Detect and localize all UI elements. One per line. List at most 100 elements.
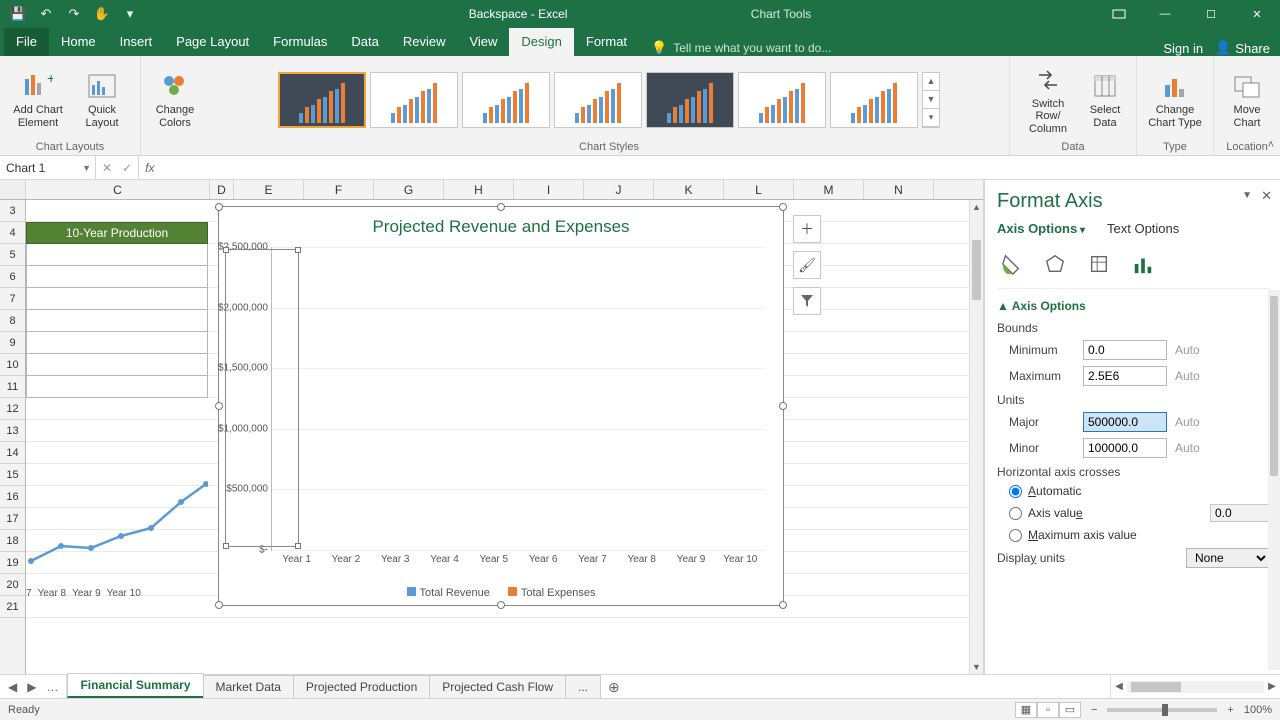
tell-me-search[interactable]: 💡 Tell me what you want to do...: [651, 40, 831, 56]
minimum-input[interactable]: [1083, 340, 1167, 360]
page-layout-view-icon[interactable]: ▫: [1037, 702, 1059, 718]
tab-page-layout[interactable]: Page Layout: [164, 28, 261, 56]
column-header[interactable]: L: [724, 180, 794, 199]
chart-style-thumb[interactable]: [646, 72, 734, 128]
chart-title[interactable]: Projected Revenue and Expenses: [219, 207, 783, 241]
chart-filters-button[interactable]: [793, 287, 821, 315]
tab-view[interactable]: View: [457, 28, 509, 56]
sheet-tab[interactable]: Projected Production: [293, 675, 430, 698]
chart-styles-button[interactable]: 🖌: [793, 251, 821, 279]
chart-style-thumb[interactable]: [738, 72, 826, 128]
sheet-nav-next-icon[interactable]: ▶: [27, 680, 36, 694]
row-header[interactable]: 9: [0, 332, 25, 354]
chart-style-thumb[interactable]: [554, 72, 642, 128]
row-header[interactable]: 13: [0, 420, 25, 442]
hscroll-left-icon[interactable]: ◀: [1111, 681, 1127, 692]
chart-style-thumb[interactable]: [370, 72, 458, 128]
touch-mode-icon[interactable]: ✋: [94, 6, 110, 22]
move-chart-button[interactable]: Move Chart: [1222, 70, 1272, 129]
maximize-button[interactable]: ☐: [1188, 0, 1234, 28]
row-header[interactable]: 3: [0, 200, 25, 222]
sheet-nav-more-icon[interactable]: …: [46, 680, 58, 694]
row-header[interactable]: 19: [0, 552, 25, 574]
page-break-view-icon[interactable]: ▭: [1059, 702, 1081, 718]
scroll-up-icon[interactable]: ▲: [970, 200, 983, 214]
effects-icon[interactable]: [1041, 250, 1069, 278]
select-data-button[interactable]: Select Data: [1082, 70, 1128, 129]
row-header[interactable]: 15: [0, 464, 25, 486]
row-header[interactable]: 5: [0, 244, 25, 266]
share-button[interactable]: 👤 Share: [1215, 40, 1270, 56]
normal-view-icon[interactable]: ▦: [1015, 702, 1037, 718]
chart-elements-button[interactable]: ＋: [793, 215, 821, 243]
sign-in-link[interactable]: Sign in: [1163, 41, 1203, 56]
sheet-tab[interactable]: Projected Cash Flow: [429, 675, 566, 698]
row-header[interactable]: 12: [0, 398, 25, 420]
row-header[interactable]: 14: [0, 442, 25, 464]
tab-data[interactable]: Data: [339, 28, 390, 56]
name-box-dropdown-icon[interactable]: ▼: [82, 163, 91, 173]
row-header[interactable]: 20: [0, 574, 25, 596]
zoom-slider[interactable]: [1107, 708, 1217, 712]
zoom-level[interactable]: 100%: [1244, 704, 1272, 716]
sheet-tab[interactable]: Market Data: [203, 675, 294, 698]
row-header[interactable]: 8: [0, 310, 25, 332]
axis-options-icon[interactable]: [1129, 250, 1157, 278]
column-header[interactable]: G: [374, 180, 444, 199]
chart-plot-area[interactable]: $-$500,000$1,000,000$1,500,000$2,000,000…: [271, 247, 765, 551]
chart-style-thumb[interactable]: [830, 72, 918, 128]
embedded-chart[interactable]: Projected Revenue and Expenses $-$500,00…: [218, 206, 784, 606]
radio-max-axis-value[interactable]: Maximum axis value: [997, 525, 1270, 545]
axis-value-input[interactable]: [1210, 504, 1270, 522]
column-header[interactable]: C: [26, 180, 210, 199]
redo-icon[interactable]: ↷: [66, 6, 82, 22]
enter-formula-icon[interactable]: ✓: [122, 161, 132, 175]
value-axis-selection[interactable]: [225, 249, 299, 547]
column-header[interactable]: N: [864, 180, 934, 199]
hscroll-right-icon[interactable]: ▶: [1264, 681, 1280, 692]
tab-home[interactable]: Home: [49, 28, 108, 56]
column-header[interactable]: M: [794, 180, 864, 199]
save-icon[interactable]: 💾: [10, 6, 26, 22]
select-all-corner[interactable]: [0, 180, 26, 199]
zoom-out-icon[interactable]: −: [1091, 704, 1097, 716]
formula-input[interactable]: fx: [139, 156, 1280, 179]
change-colors-button[interactable]: Change Colors: [149, 70, 201, 129]
pane-tab-axis-options[interactable]: Axis Options: [997, 221, 1085, 236]
switch-row-column-button[interactable]: Switch Row/ Column: [1018, 64, 1078, 136]
row-header[interactable]: 16: [0, 486, 25, 508]
ribbon-display-options-icon[interactable]: [1096, 0, 1142, 28]
sheet-tab[interactable]: Financial Summary: [67, 673, 203, 698]
scroll-thumb[interactable]: [972, 240, 981, 300]
add-chart-element-button[interactable]: + Add Chart Element: [8, 70, 68, 129]
zoom-in-icon[interactable]: +: [1227, 704, 1233, 716]
pane-options-icon[interactable]: ▼: [1242, 190, 1252, 201]
quick-layout-button[interactable]: Quick Layout: [72, 70, 132, 129]
row-header[interactable]: 4: [0, 222, 25, 244]
name-box[interactable]: Chart 1 ▼: [0, 156, 96, 179]
row-header[interactable]: 17: [0, 508, 25, 530]
column-header[interactable]: J: [584, 180, 654, 199]
tab-review[interactable]: Review: [391, 28, 458, 56]
scroll-down-icon[interactable]: ▼: [970, 660, 983, 674]
size-properties-icon[interactable]: [1085, 250, 1113, 278]
radio-max-axis-value-input[interactable]: [1009, 529, 1022, 542]
display-units-select[interactable]: None: [1186, 548, 1270, 568]
maximum-input[interactable]: [1083, 366, 1167, 386]
close-button[interactable]: ✕: [1234, 0, 1280, 28]
pane-scrollbar[interactable]: [1268, 290, 1280, 670]
hscroll-thumb[interactable]: [1131, 682, 1181, 692]
worksheet-grid[interactable]: CDEFGHIJKLMN 345678910111213141516171819…: [0, 180, 984, 674]
tab-file[interactable]: File: [4, 28, 49, 56]
row-header[interactable]: 6: [0, 266, 25, 288]
qat-customize-icon[interactable]: ▾: [122, 6, 138, 22]
radio-automatic-input[interactable]: [1009, 485, 1022, 498]
row-header[interactable]: 18: [0, 530, 25, 552]
radio-axis-value-input[interactable]: [1009, 507, 1022, 520]
pane-tab-text-options[interactable]: Text Options: [1107, 221, 1179, 236]
radio-automatic[interactable]: Automatic: [997, 481, 1270, 501]
cancel-formula-icon[interactable]: ✕: [102, 161, 112, 175]
column-header[interactable]: F: [304, 180, 374, 199]
tab-format[interactable]: Format: [574, 28, 639, 56]
row-header[interactable]: 11: [0, 376, 25, 398]
